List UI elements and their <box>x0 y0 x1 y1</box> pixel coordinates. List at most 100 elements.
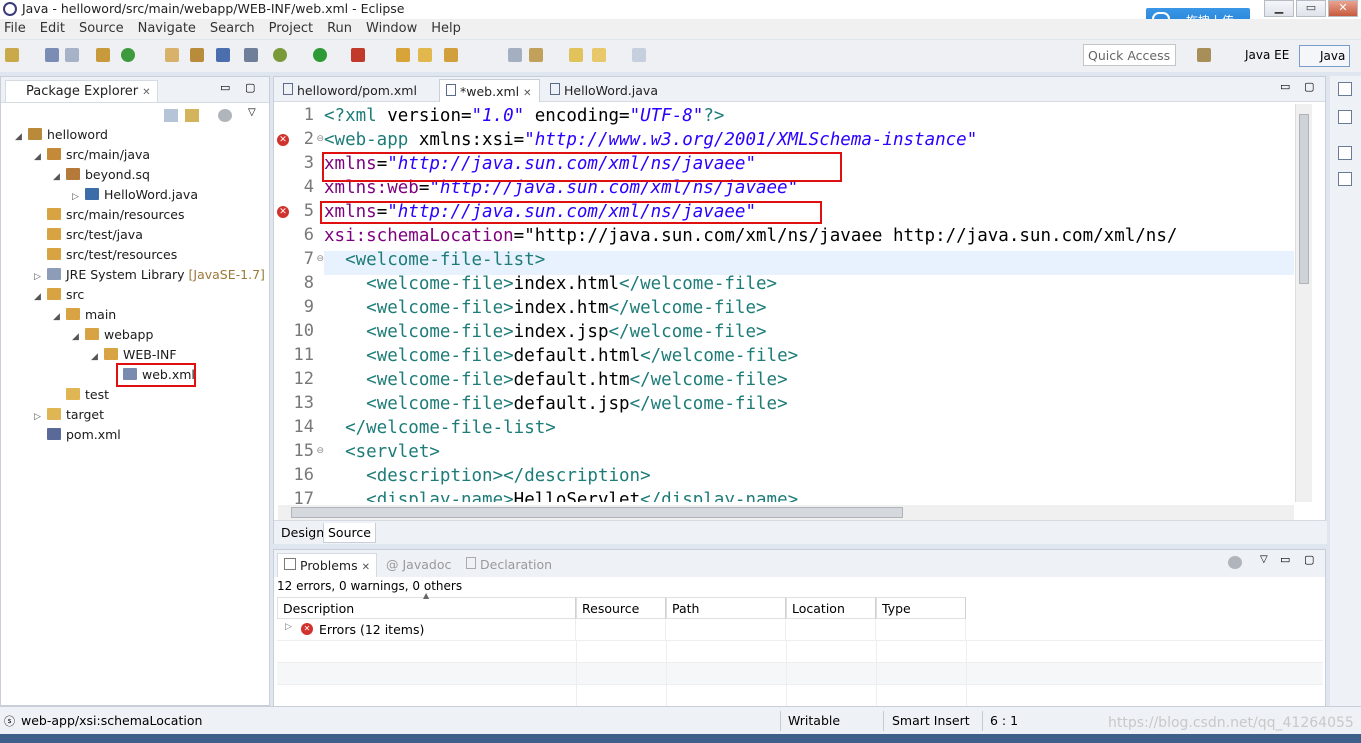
code-line[interactable]: <description></description> <box>324 464 650 488</box>
code-line[interactable]: <welcome-file>index.htm</welcome-file> <box>324 296 766 320</box>
open-type-icon[interactable] <box>165 48 179 62</box>
quick-access-input[interactable]: Quick Access <box>1083 44 1176 66</box>
chevron-down-icon[interactable]: ▽ <box>1260 554 1268 565</box>
save-icon[interactable] <box>45 48 59 62</box>
collapse-all-icon[interactable] <box>164 109 178 122</box>
expanded-arrow-icon[interactable]: ◢ <box>53 307 63 327</box>
code-line[interactable]: <welcome-file>default.html</welcome-file… <box>324 344 798 368</box>
view-menu-icon[interactable] <box>1228 556 1242 569</box>
menu-source[interactable]: Source <box>79 19 131 39</box>
code-line[interactable]: <welcome-file>default.jsp</welcome-file> <box>324 392 787 416</box>
maximize-button[interactable]: ▭ <box>1296 0 1326 17</box>
task-icon[interactable] <box>190 48 204 62</box>
minimize-view-icon[interactable]: ▭ <box>220 81 230 94</box>
code-line[interactable]: <display-name>HelloServlet</display-name… <box>324 488 798 502</box>
fold-icon[interactable]: ⊖ <box>316 254 324 264</box>
console-icon[interactable] <box>216 48 230 62</box>
column-resource[interactable]: Resource <box>576 597 666 619</box>
expanded-arrow-icon[interactable]: ◢ <box>91 347 101 367</box>
perspective-javaee[interactable]: Java EE <box>1225 45 1293 67</box>
tree-item[interactable]: src/test/java <box>34 225 143 245</box>
tab-web-xml[interactable]: *web.xml ✕ <box>439 79 540 102</box>
error-marker-icon[interactable]: ✕ <box>277 206 289 218</box>
scroll-thumb[interactable] <box>291 507 903 518</box>
column-location[interactable]: Location <box>786 597 876 619</box>
view-menu-icon[interactable] <box>218 109 232 122</box>
maximize-view-icon[interactable]: ▢ <box>245 81 255 94</box>
restore-icon[interactable] <box>1338 146 1352 160</box>
open-folder-icon[interactable] <box>418 48 432 62</box>
collapsed-arrow-icon[interactable]: ▷ <box>34 267 44 287</box>
scroll-thumb[interactable] <box>1299 114 1309 284</box>
tree-item[interactable]: ▷ JRE System Library [JavaSE-1.7] <box>34 265 265 285</box>
tree-item[interactable]: ◢ WEB-INF <box>91 345 177 365</box>
next-annotation-icon[interactable] <box>529 48 543 62</box>
new-icon[interactable] <box>5 48 19 62</box>
close-button[interactable]: ✕ <box>1328 0 1358 17</box>
refresh-icon[interactable] <box>121 48 135 62</box>
expand-arrow-icon[interactable]: ▷ <box>285 622 292 632</box>
close-icon[interactable]: ✕ <box>523 88 531 99</box>
tree-item[interactable]: ▷ HelloWord.java <box>72 185 198 205</box>
column-type[interactable]: Type <box>876 597 966 619</box>
last-edit-icon[interactable] <box>569 48 583 62</box>
tree-item[interactable]: ◢ src/main/java <box>34 145 150 165</box>
code-line[interactable]: <welcome-file>index.html</welcome-file> <box>324 272 777 296</box>
tree-item[interactable]: test <box>53 385 109 405</box>
tree-item[interactable]: src/test/resources <box>34 245 177 265</box>
fold-icon[interactable]: ⊖ <box>316 134 324 144</box>
link-editor-icon[interactable] <box>185 109 199 122</box>
code-line[interactable]: <servlet> <box>324 440 440 464</box>
build-icon[interactable] <box>96 48 110 62</box>
tree-item[interactable]: ◢ helloword <box>15 125 108 145</box>
menu-navigate[interactable]: Navigate <box>138 19 203 39</box>
expanded-arrow-icon[interactable]: ◢ <box>34 287 44 307</box>
open-perspective-icon[interactable] <box>1197 48 1211 62</box>
collapsed-arrow-icon[interactable]: ▷ <box>34 407 44 427</box>
tab-design[interactable]: Design <box>277 523 328 543</box>
collapsed-arrow-icon[interactable]: ▷ <box>72 187 82 207</box>
tree-item[interactable]: ◢ src <box>34 285 84 305</box>
menu-search[interactable]: Search <box>210 19 262 39</box>
minimize-editor-icon[interactable]: ▭ <box>1280 80 1290 93</box>
tree-item[interactable]: pom.xml <box>34 425 121 445</box>
code-line[interactable]: <?xml version="1.0" encoding="UTF-8"?> <box>324 104 724 128</box>
code-line[interactable]: xsi:schemaLocation="http://java.sun.com/… <box>324 224 1177 248</box>
external-tools-icon[interactable] <box>351 48 365 62</box>
outline-icon[interactable] <box>1338 110 1352 124</box>
expanded-arrow-icon[interactable]: ◢ <box>34 147 44 167</box>
tree-item[interactable]: ◢ beyond.sq <box>53 165 150 185</box>
fold-icon[interactable]: ⊖ <box>316 446 324 456</box>
menu-edit[interactable]: Edit <box>40 19 72 39</box>
menu-window[interactable]: Window <box>366 19 424 39</box>
tab-problems[interactable]: Problems ✕ <box>277 553 377 577</box>
error-marker-icon[interactable]: ✕ <box>277 134 289 146</box>
task-list-icon[interactable] <box>1338 172 1352 186</box>
tab-pom-xml[interactable]: helloword/pom.xml <box>277 79 434 102</box>
table-row[interactable]: ▷ ✕ Errors (12 items) <box>277 619 1323 641</box>
code-line[interactable]: <welcome-file-list> <box>324 248 545 272</box>
expanded-arrow-icon[interactable]: ◢ <box>53 167 63 187</box>
column-path[interactable]: Path <box>666 597 786 619</box>
minimize-button[interactable]: ▁ <box>1264 0 1294 17</box>
tab-source[interactable]: Source <box>323 523 376 543</box>
maximize-editor-icon[interactable]: ▢ <box>1304 80 1314 93</box>
save-all-icon[interactable] <box>65 48 79 62</box>
maximize-view-icon[interactable]: ▢ <box>1304 553 1314 566</box>
menu-project[interactable]: Project <box>269 19 320 39</box>
tree-item[interactable]: ◢ webapp <box>72 325 153 345</box>
menu-run[interactable]: Run <box>327 19 359 39</box>
skip-breakpoints-icon[interactable] <box>244 48 258 62</box>
code-line[interactable]: <web-app xmlns:xsi="http://www.w3.org/20… <box>324 128 977 152</box>
annotation-icon[interactable] <box>508 48 522 62</box>
new-package-icon[interactable] <box>396 48 410 62</box>
code-line[interactable]: <welcome-file>default.htm</welcome-file> <box>324 368 787 392</box>
tab-declaration[interactable]: Declaration <box>460 553 558 577</box>
code-line[interactable]: </welcome-file-list> <box>324 416 556 440</box>
minimize-view-icon[interactable]: ▭ <box>1280 553 1290 566</box>
tab-helloword-java[interactable]: HelloWord.java <box>544 79 674 102</box>
run-icon[interactable] <box>313 48 327 62</box>
close-icon[interactable]: ✕ <box>142 87 150 98</box>
tree-item[interactable]: ▷ target <box>34 405 104 425</box>
perspective-java[interactable]: Java <box>1299 45 1351 67</box>
